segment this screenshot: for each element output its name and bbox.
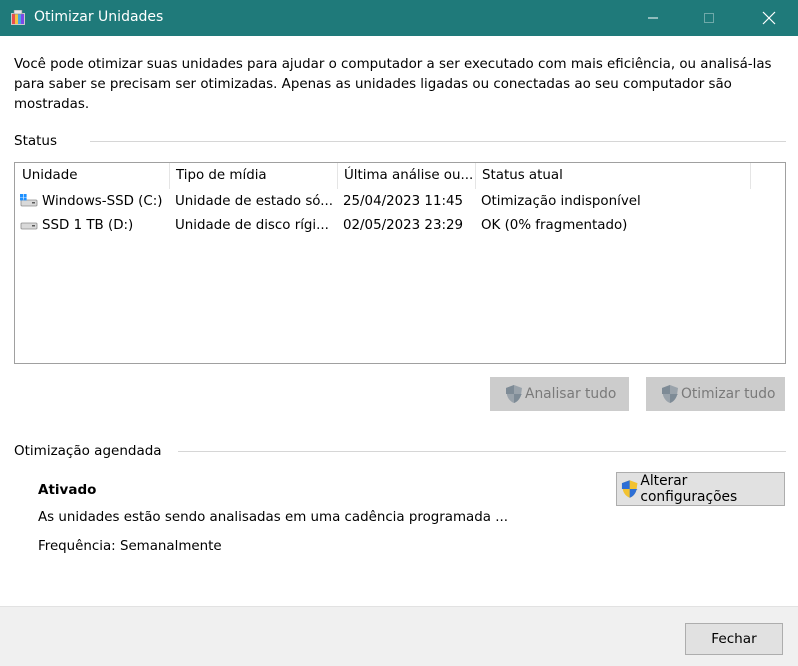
scheduled-frequency: Frequência: Semanalmente [38, 539, 222, 554]
drive-row[interactable]: SSD 1 TB (D:) Unidade de disco rígi... 0… [15, 214, 785, 238]
drive-media-type: Unidade de disco rígi... [175, 218, 329, 233]
maximize-icon [704, 13, 714, 23]
close-button[interactable]: Fechar [685, 623, 783, 655]
uac-shield-icon [506, 385, 522, 403]
analyze-all-label: Analisar tudo [525, 386, 617, 402]
title-bar: Otimizar Unidades [0, 0, 798, 36]
close-window-button[interactable] [746, 0, 792, 36]
column-header-media-type[interactable]: Tipo de mídia [169, 163, 337, 189]
drive-icon [20, 222, 38, 230]
windows-drive-icon [20, 194, 38, 207]
drive-row[interactable]: Windows-SSD (C:) Unidade de estado só...… [15, 190, 785, 214]
change-settings-label: Alterar configurações [640, 473, 738, 505]
drive-last-analysis: 02/05/2023 23:29 [343, 218, 464, 233]
column-header-unit[interactable]: Unidade [15, 163, 169, 189]
optimize-all-button[interactable]: Otimizar tudo [646, 377, 785, 411]
close-icon [762, 11, 776, 25]
optimize-all-label: Otimizar tudo [681, 386, 776, 402]
status-divider [90, 141, 786, 142]
scheduled-state: Ativado [38, 482, 97, 498]
scheduled-divider [178, 451, 786, 452]
uac-shield-icon [662, 385, 678, 403]
scheduled-group-label: Otimização agendada [14, 443, 162, 459]
drive-status: OK (0% fragmentado) [481, 218, 628, 233]
drive-media-type: Unidade de estado só... [175, 194, 334, 209]
drive-name: SSD 1 TB (D:) [42, 218, 134, 233]
uac-shield-icon [621, 480, 638, 498]
maximize-button[interactable] [686, 0, 732, 36]
change-settings-button[interactable]: Alterar configurações [616, 472, 785, 506]
scheduled-info: As unidades estão sendo analisadas em um… [38, 510, 508, 525]
column-header-last-analysis[interactable]: Última análise ou... [337, 163, 475, 189]
analyze-all-button[interactable]: Analisar tudo [490, 377, 629, 411]
drive-status: Otimização indisponível [481, 194, 641, 209]
status-group-label: Status [14, 133, 58, 149]
drive-name: Windows-SSD (C:) [42, 194, 163, 209]
drive-last-analysis: 25/04/2023 11:45 [343, 194, 464, 209]
description-text: Você pode otimizar suas unidades para aj… [14, 57, 772, 112]
window-title: Otimizar Unidades [34, 9, 164, 25]
column-separator [750, 163, 751, 189]
minimize-icon [648, 17, 658, 19]
column-header-current-status[interactable]: Status atual [475, 163, 750, 189]
defrag-app-icon [11, 10, 25, 25]
drive-list[interactable]: Unidade Tipo de mídia Última análise ou.… [14, 162, 786, 364]
minimize-button[interactable] [630, 0, 676, 36]
footer-bar [0, 606, 798, 666]
